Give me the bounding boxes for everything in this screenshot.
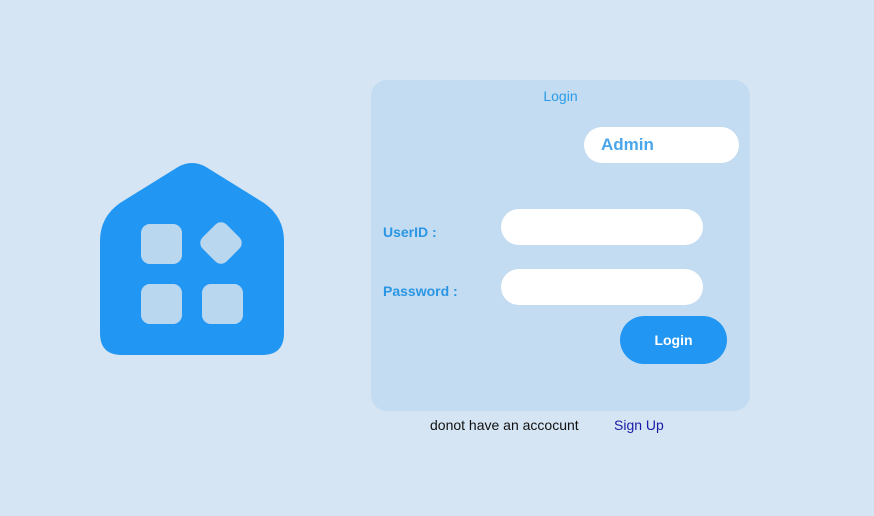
no-account-text: donot have an accocunt [430,417,579,433]
userid-label: UserID : [383,224,437,240]
login-card: Login Admin UserID : Password : Login [371,80,750,411]
password-input[interactable] [501,269,703,305]
login-title: Login [543,88,578,104]
login-button[interactable]: Login [620,316,727,364]
signup-link[interactable]: Sign Up [614,417,664,433]
userid-input[interactable] [501,209,703,245]
home-apps-icon [100,161,284,355]
password-label: Password : [383,283,458,299]
admin-role-button[interactable]: Admin [584,127,739,163]
